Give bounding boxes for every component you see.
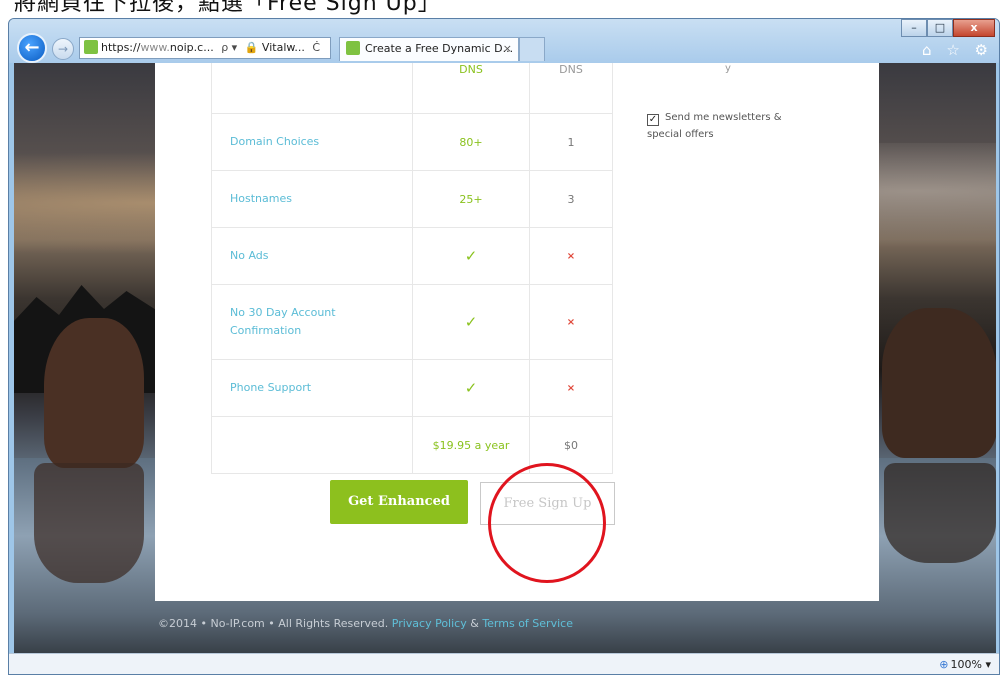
table-row: Hostnames 25+ 3	[212, 171, 612, 228]
annotation-red-circle	[488, 463, 606, 583]
back-arrow-icon[interactable]: ←	[17, 33, 47, 63]
site-identity[interactable]: Vitalw...	[262, 41, 305, 54]
url-host: noip.c...	[169, 41, 214, 54]
forward-arrow-icon[interactable]: →	[52, 38, 74, 60]
url-www: www.	[140, 41, 170, 54]
caption-text: 將網頁往下拉後，點選「Free Sign Up」	[14, 0, 441, 16]
feature-label: Domain Choices	[230, 135, 320, 148]
page-footer: ©2014 • No-IP.com • All Rights Reserved.…	[158, 617, 573, 630]
check-icon: ✓	[412, 228, 529, 284]
privacy-policy-link[interactable]: Privacy Policy	[392, 617, 467, 630]
free-value: 3	[529, 171, 612, 227]
check-icon: ✓	[412, 285, 529, 359]
window-controls: – □ x	[901, 19, 995, 39]
tab-title: Create a Free Dynamic D...	[365, 42, 514, 55]
rock-reflection-right	[884, 463, 996, 563]
cross-icon: ×	[529, 285, 612, 359]
new-tab-button[interactable]	[519, 37, 545, 61]
zoom-control[interactable]: ⊕ 100% ▾	[939, 658, 991, 671]
background-rock-right	[882, 308, 996, 458]
header-enhanced: DNS	[412, 63, 529, 113]
table-header-row: DNS DNS	[212, 63, 612, 114]
table-cell-feature	[212, 63, 412, 113]
tab-create-free-dynamic-dns[interactable]: Create a Free Dynamic D... ×	[339, 37, 519, 61]
table-row: No 30 Day Account Confirmation ✓ ×	[212, 285, 612, 360]
lock-icon[interactable]: 🔒	[245, 41, 259, 54]
close-tab-icon[interactable]: ×	[503, 38, 512, 60]
table-row: Domain Choices 80+ 1	[212, 114, 612, 171]
background-rock-left	[44, 318, 144, 468]
home-favorites-settings-icons[interactable]: ⌂ ☆ ⚙	[922, 41, 993, 59]
feature-label: Hostnames	[230, 192, 292, 205]
minimize-button[interactable]: –	[901, 19, 927, 37]
feature-label	[212, 417, 412, 473]
feature-label: No Ads	[230, 249, 269, 262]
feature-label: No 30 Day Account Confirmation	[230, 306, 336, 337]
table-row: Phone Support ✓ ×	[212, 360, 612, 417]
table-row: No Ads ✓ ×	[212, 228, 612, 285]
browser-window: – □ x ← → https://www.noip.c... ρ ▾ 🔒 Vi…	[8, 18, 1000, 675]
newsletter-label: Send me newsletters & special offers	[647, 112, 782, 140]
enhanced-price: $19.95 a year	[412, 417, 529, 473]
cross-icon: ×	[529, 228, 612, 284]
refresh-icon[interactable]: Ċ	[312, 41, 320, 54]
enhanced-value: 80+	[412, 114, 529, 170]
partial-text: y	[725, 63, 731, 74]
site-favicon-icon	[84, 40, 98, 54]
page-viewport: DNS DNS Domain Choices 80+ 1 Hostnames 2…	[14, 63, 996, 653]
free-value: 1	[529, 114, 612, 170]
header-free: DNS	[529, 63, 612, 113]
enhanced-value: 25+	[412, 171, 529, 227]
newsletter-option: ✓ Send me newsletters & special offers	[647, 109, 797, 143]
rock-reflection-left	[34, 463, 144, 583]
check-icon: ✓	[412, 360, 529, 416]
plan-comparison-table: DNS DNS Domain Choices 80+ 1 Hostnames 2…	[211, 63, 613, 474]
zoom-dropdown-icon[interactable]: ▾	[985, 658, 991, 671]
zoom-level: 100%	[950, 658, 982, 671]
search-dropdown-icon[interactable]: ρ ▾	[221, 41, 237, 54]
tab-favicon-icon	[346, 41, 360, 55]
footer-amp: &	[466, 617, 483, 630]
maximize-button[interactable]: □	[927, 19, 953, 37]
feature-label: Phone Support	[230, 381, 312, 394]
footer-copyright: ©2014 • No-IP.com • All Rights Reserved.	[158, 617, 389, 630]
get-enhanced-button[interactable]: Get Enhanced	[330, 480, 468, 524]
address-bar[interactable]: https://www.noip.c... ρ ▾ 🔒 Vitalw... Ċ	[79, 37, 331, 59]
browser-status-bar: ⊕ 100% ▾	[9, 653, 999, 674]
browser-titlebar: – □ x ← → https://www.noip.c... ρ ▾ 🔒 Vi…	[9, 19, 999, 63]
close-window-button[interactable]: x	[953, 19, 995, 37]
terms-of-service-link[interactable]: Terms of Service	[482, 617, 573, 630]
newsletter-checkbox[interactable]: ✓	[647, 114, 659, 126]
url-prefix: https://	[101, 41, 141, 54]
zoom-icon: ⊕	[939, 658, 949, 671]
cross-icon: ×	[529, 360, 612, 416]
